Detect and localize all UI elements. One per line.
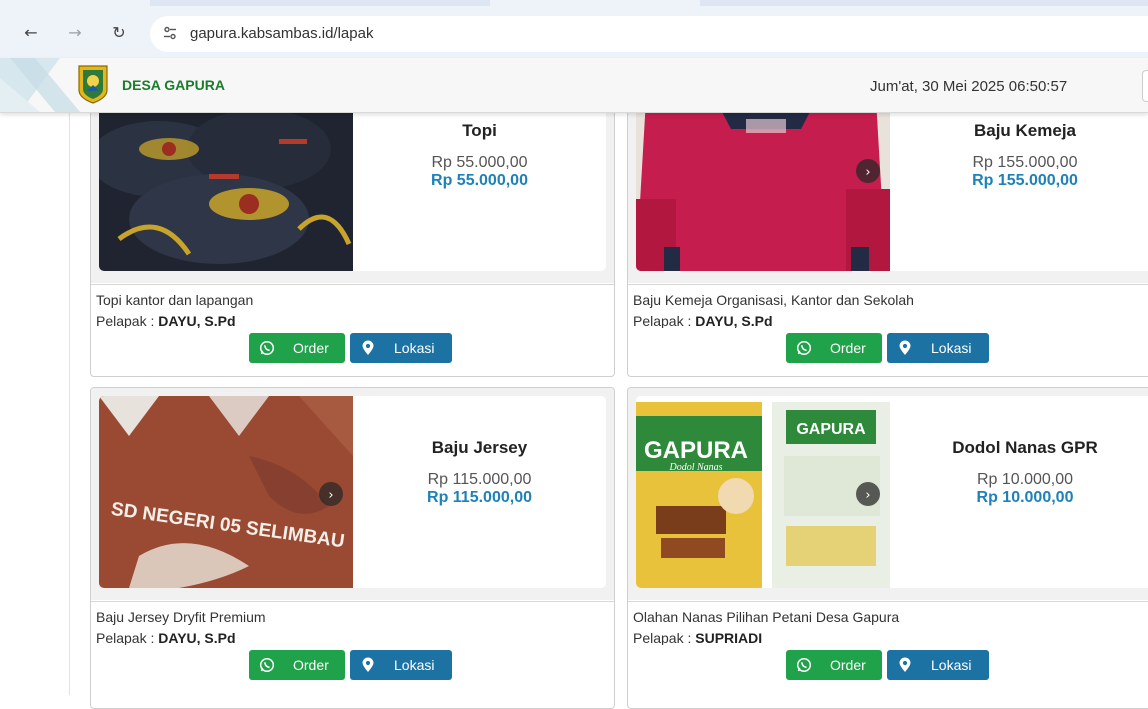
- product-price: Rp 10.000,00: [976, 471, 1074, 488]
- tab-strip-edge: [700, 0, 1148, 6]
- product-final-price: Rp 55.000,00: [431, 172, 528, 189]
- product-actions: Order Lokasi: [91, 328, 614, 374]
- product-actions: Order Lokasi: [628, 645, 1148, 691]
- seller-label: Pelapak :: [96, 313, 159, 329]
- content-divider: [69, 112, 70, 695]
- seller-name: SUPRIADI: [695, 630, 763, 646]
- product-description: Baju Jersey Dryfit Premium: [96, 609, 266, 625]
- back-button[interactable]: ←: [20, 22, 42, 44]
- order-button[interactable]: Order: [249, 333, 345, 363]
- product-price: Rp 115.000,00: [427, 471, 532, 488]
- map-pin-icon: [362, 657, 374, 672]
- location-label: Lokasi: [394, 657, 435, 673]
- product-final-price: Rp 155.000,00: [972, 172, 1078, 189]
- location-button[interactable]: Lokasi: [350, 333, 452, 363]
- svg-text:›: ›: [328, 488, 333, 503]
- address-bar[interactable]: gapura.kabsambas.id/lapak: [150, 16, 1148, 52]
- product-name[interactable]: Baju Jersey: [353, 438, 606, 458]
- whatsapp-icon: [259, 657, 275, 673]
- header-datetime: Jum'at, 30 Mei 2025 06:50:57: [870, 78, 1068, 95]
- site-brand[interactable]: DESA GAPURA: [122, 77, 225, 93]
- order-label: Order: [830, 340, 866, 356]
- product-price: Rp 155.000,00: [972, 154, 1078, 171]
- location-label: Lokasi: [931, 340, 972, 356]
- product-info: Baju Kemeja Organisasi, Kantor dan Sekol…: [628, 284, 1148, 329]
- product-info: Olahan Nanas Pilihan Petani Desa Gapura …: [628, 601, 1148, 646]
- order-button[interactable]: Order: [786, 333, 882, 363]
- product-card: › Baju Kemeja Rp 155.000,00 Rp 155.000,0…: [627, 70, 1148, 377]
- arrow-left-icon: ←: [24, 23, 38, 42]
- svg-text:›: ›: [865, 488, 870, 503]
- tab-strip-edge: [150, 0, 490, 6]
- forward-button[interactable]: →: [64, 22, 86, 44]
- header-control[interactable]: [1142, 70, 1148, 102]
- whatsapp-icon: [259, 340, 275, 356]
- map-pin-icon: [899, 657, 911, 672]
- product-seller: Pelapak : DAYU, S.Pd: [96, 630, 236, 646]
- location-label: Lokasi: [394, 340, 435, 356]
- location-button[interactable]: Lokasi: [887, 650, 989, 680]
- svg-text:GAPURA: GAPURA: [796, 421, 866, 438]
- package-brand-text: GAPURA: [644, 437, 748, 464]
- product-actions: Order Lokasi: [628, 328, 1148, 374]
- product-name[interactable]: Dodol Nanas GPR: [890, 438, 1148, 458]
- seller-label: Pelapak :: [633, 630, 696, 646]
- product-seller: Pelapak : DAYU, S.Pd: [96, 313, 236, 329]
- product-name[interactable]: Baju Kemeja: [890, 121, 1148, 141]
- village-logo[interactable]: [76, 64, 110, 104]
- browser-toolbar: ← → ↻ gapura.kabsambas.id/lapak: [0, 0, 1148, 58]
- seller-label: Pelapak :: [96, 630, 159, 646]
- product-image-area: › SD NEGERI 05 SELIMBAU Baju Jersey Rp 1…: [91, 388, 614, 600]
- product-final-price: Rp 10.000,00: [976, 489, 1074, 506]
- product-panel: GAPURA Dodol Nanas GAPURA › Dodol Nanas …: [636, 396, 1148, 588]
- svg-text:›: ›: [865, 165, 870, 180]
- order-label: Order: [293, 657, 329, 673]
- product-card: GAPURA Dodol Nanas GAPURA › Dodol Nanas …: [627, 387, 1148, 709]
- order-button[interactable]: Order: [786, 650, 882, 680]
- product-description: Topi kantor dan lapangan: [96, 292, 254, 308]
- location-button[interactable]: Lokasi: [350, 650, 452, 680]
- map-pin-icon: [362, 340, 374, 355]
- product-card: Topi Rp 55.000,00 Rp 55.000,00 Topi kant…: [90, 70, 615, 377]
- product-description: Olahan Nanas Pilihan Petani Desa Gapura: [633, 609, 900, 625]
- product-panel: › SD NEGERI 05 SELIMBAU Baju Jersey Rp 1…: [99, 396, 606, 588]
- seller-name: DAYU, S.Pd: [158, 313, 236, 329]
- product-card: › SD NEGERI 05 SELIMBAU Baju Jersey Rp 1…: [90, 387, 615, 709]
- product-seller: Pelapak : DAYU, S.Pd: [633, 313, 773, 329]
- site-info-button[interactable]: [162, 25, 180, 43]
- arrow-right-icon: →: [68, 23, 82, 42]
- product-price: Rp 55.000,00: [431, 154, 528, 171]
- order-label: Order: [293, 340, 329, 356]
- reload-button[interactable]: ↻: [108, 22, 130, 44]
- reload-icon: ↻: [112, 23, 126, 42]
- seller-label: Pelapak :: [633, 313, 696, 329]
- product-image-area: GAPURA Dodol Nanas GAPURA › Dodol Nanas …: [628, 388, 1148, 600]
- package-subtitle-text: Dodol Nanas: [668, 462, 722, 473]
- product-actions: Order Lokasi: [91, 645, 614, 691]
- location-button[interactable]: Lokasi: [887, 333, 989, 363]
- whatsapp-icon: [796, 657, 812, 673]
- product-info: Topi kantor dan lapangan Pelapak : DAYU,…: [91, 284, 614, 329]
- url-text[interactable]: gapura.kabsambas.id/lapak: [190, 25, 373, 42]
- tune-icon: [164, 26, 176, 40]
- product-info: Baju Jersey Dryfit Premium Pelapak : DAY…: [91, 601, 614, 646]
- order-label: Order: [830, 657, 866, 673]
- product-description: Baju Kemeja Organisasi, Kantor dan Sekol…: [633, 292, 914, 308]
- product-final-price: Rp 115.000,00: [427, 489, 532, 506]
- seller-name: DAYU, S.Pd: [695, 313, 773, 329]
- order-button[interactable]: Order: [249, 650, 345, 680]
- product-name[interactable]: Topi: [353, 121, 606, 141]
- product-image-dodol-nanas[interactable]: GAPURA Dodol Nanas GAPURA ›: [636, 396, 890, 588]
- header-decoration: [0, 58, 80, 112]
- product-seller: Pelapak : SUPRIADI: [633, 630, 762, 646]
- map-pin-icon: [899, 340, 911, 355]
- product-image-baju-jersey[interactable]: › SD NEGERI 05 SELIMBAU: [99, 396, 353, 588]
- site-header: DESA GAPURA Jum'at, 30 Mei 2025 06:50:57: [0, 58, 1148, 113]
- whatsapp-icon: [796, 340, 812, 356]
- location-label: Lokasi: [931, 657, 972, 673]
- seller-name: DAYU, S.Pd: [158, 630, 236, 646]
